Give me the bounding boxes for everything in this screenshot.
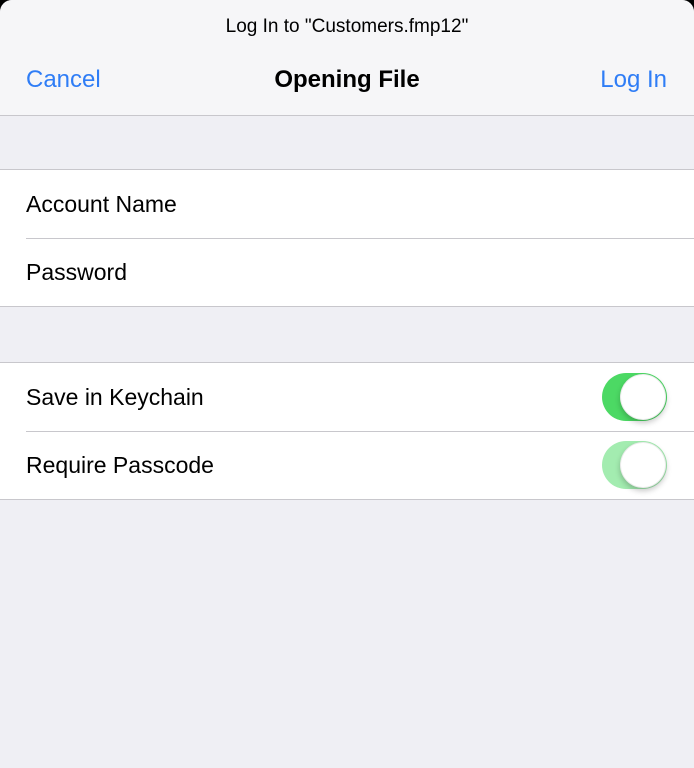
login-sheet: Log In to "Customers.fmp12" Cancel Openi… [0, 0, 694, 768]
credentials-group [0, 169, 694, 307]
save-in-keychain-label: Save in Keychain [26, 383, 204, 410]
login-prompt: Log In to "Customers.fmp12" [225, 16, 469, 37]
require-passcode-toggle[interactable] [602, 441, 667, 489]
save-in-keychain-row: Save in Keychain [0, 363, 694, 431]
password-field[interactable] [26, 238, 674, 306]
toggle-knob [620, 374, 666, 420]
password-row [0, 238, 694, 306]
cancel-button[interactable]: Cancel [26, 64, 101, 96]
page-title: Opening File [274, 66, 420, 93]
account-name-field[interactable] [26, 170, 674, 238]
options-group: Save in Keychain Require Passcode [0, 362, 694, 500]
save-in-keychain-toggle[interactable] [602, 373, 667, 421]
require-passcode-row: Require Passcode [0, 431, 694, 499]
account-name-row [0, 170, 694, 238]
log-in-button[interactable]: Log In [600, 64, 667, 96]
toggle-knob [620, 442, 666, 488]
navigation-bar: Log In to "Customers.fmp12" Cancel Openi… [0, 0, 694, 116]
require-passcode-label: Require Passcode [26, 451, 214, 478]
